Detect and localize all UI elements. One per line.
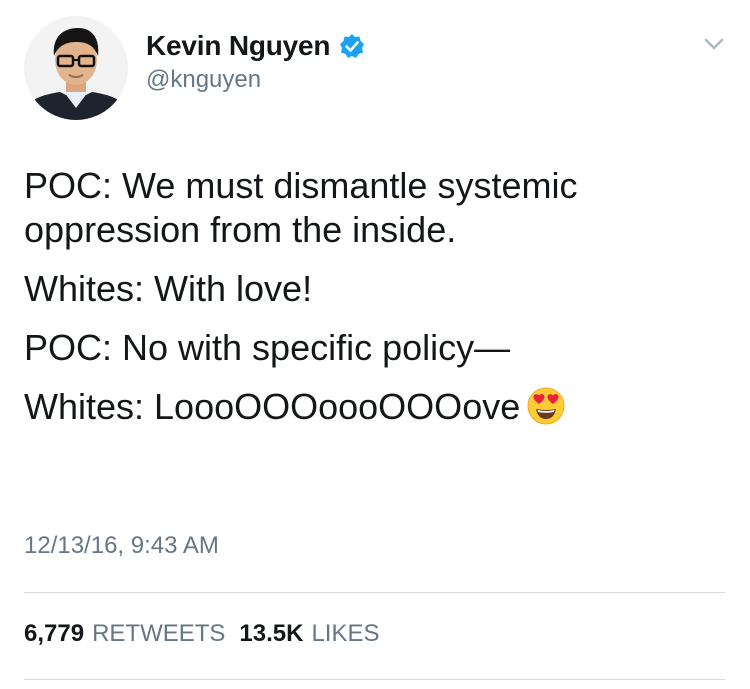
avatar[interactable] bbox=[24, 16, 128, 120]
tweet-stats: 6,779 RETWEETS 13.5K LIKES bbox=[24, 620, 380, 648]
likes-count: 13.5K bbox=[239, 620, 304, 647]
tweet-text: POC: We must dismantle systemic oppressi… bbox=[24, 164, 729, 444]
heart-eyes-emoji-icon bbox=[526, 386, 566, 426]
avatar-photo-icon bbox=[24, 16, 128, 120]
tweet-timestamp[interactable]: 12/13/16, 9:43 AM bbox=[24, 532, 219, 560]
tweet-line-last: Whites: LoooOOOoooOOOove bbox=[24, 385, 729, 429]
chevron-down-icon[interactable] bbox=[700, 34, 728, 54]
retweets-stat[interactable]: 6,779 RETWEETS bbox=[24, 620, 225, 648]
author-name[interactable]: Kevin Nguyen bbox=[146, 30, 331, 62]
divider bbox=[24, 679, 725, 680]
tweet-line: POC: We must dismantle systemic oppressi… bbox=[24, 165, 578, 250]
likes-stat[interactable]: 13.5K LIKES bbox=[239, 620, 379, 648]
author-name-row[interactable]: Kevin Nguyen bbox=[146, 30, 365, 62]
divider bbox=[24, 592, 725, 593]
verified-badge-icon bbox=[339, 33, 365, 59]
tweet-line: Whites: With love! bbox=[24, 267, 313, 309]
author-handle[interactable]: @knguyen bbox=[146, 66, 261, 94]
retweets-label: RETWEETS bbox=[92, 620, 226, 647]
likes-label: LIKES bbox=[311, 620, 380, 647]
tweet-line: Whites: LoooOOOoooOOOove bbox=[24, 385, 521, 427]
tweet-line: POC: No with specific policy— bbox=[24, 326, 511, 368]
retweets-count: 6,779 bbox=[24, 620, 85, 647]
